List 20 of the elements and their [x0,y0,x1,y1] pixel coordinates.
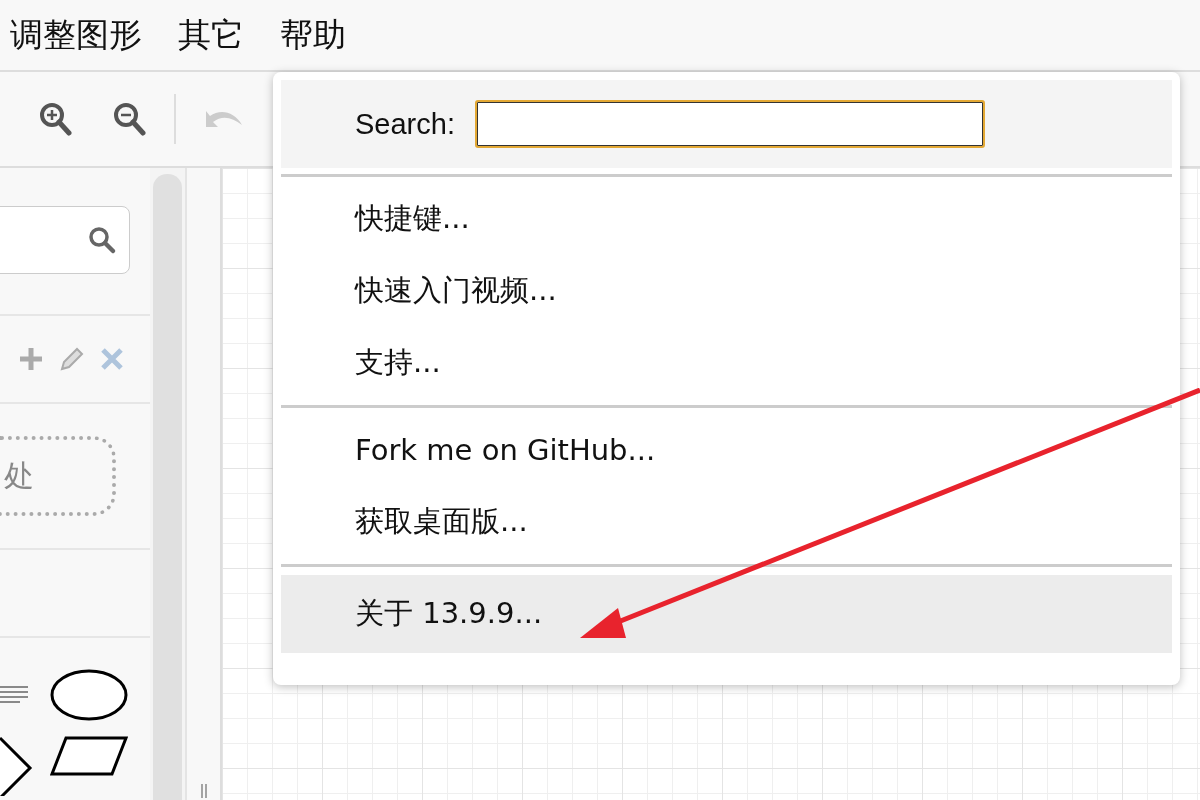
parallelogram-shape[interactable] [50,736,128,776]
menu-item[interactable]: 快速入门视频... [281,255,1172,327]
menu-item[interactable]: 关于 13.9.9... [281,575,1172,653]
menu-item[interactable]: Fork me on GitHub... [281,414,1172,486]
menu-title[interactable]: 帮助 [280,12,346,58]
zoom-in-icon[interactable] [38,101,72,137]
resize-handle-icon[interactable] [199,784,208,798]
drop-area-text: 处 [3,456,34,495]
menu-item[interactable]: 获取桌面版... [281,486,1172,558]
ellipse-shape[interactable] [50,668,128,722]
menu-title[interactable]: 调整图形 [10,12,142,58]
diamond-shape[interactable] [0,736,34,796]
menu-item[interactable]: 支持... [281,327,1172,399]
search-icon[interactable] [87,225,117,255]
search-input[interactable] [474,100,985,148]
menu-title[interactable]: 其它 [178,12,244,58]
menu-item[interactable]: 快捷键... [281,183,1172,255]
search-field[interactable] [0,206,130,274]
zoom-out-icon[interactable] [112,101,146,137]
search-label: Search: [355,107,455,141]
